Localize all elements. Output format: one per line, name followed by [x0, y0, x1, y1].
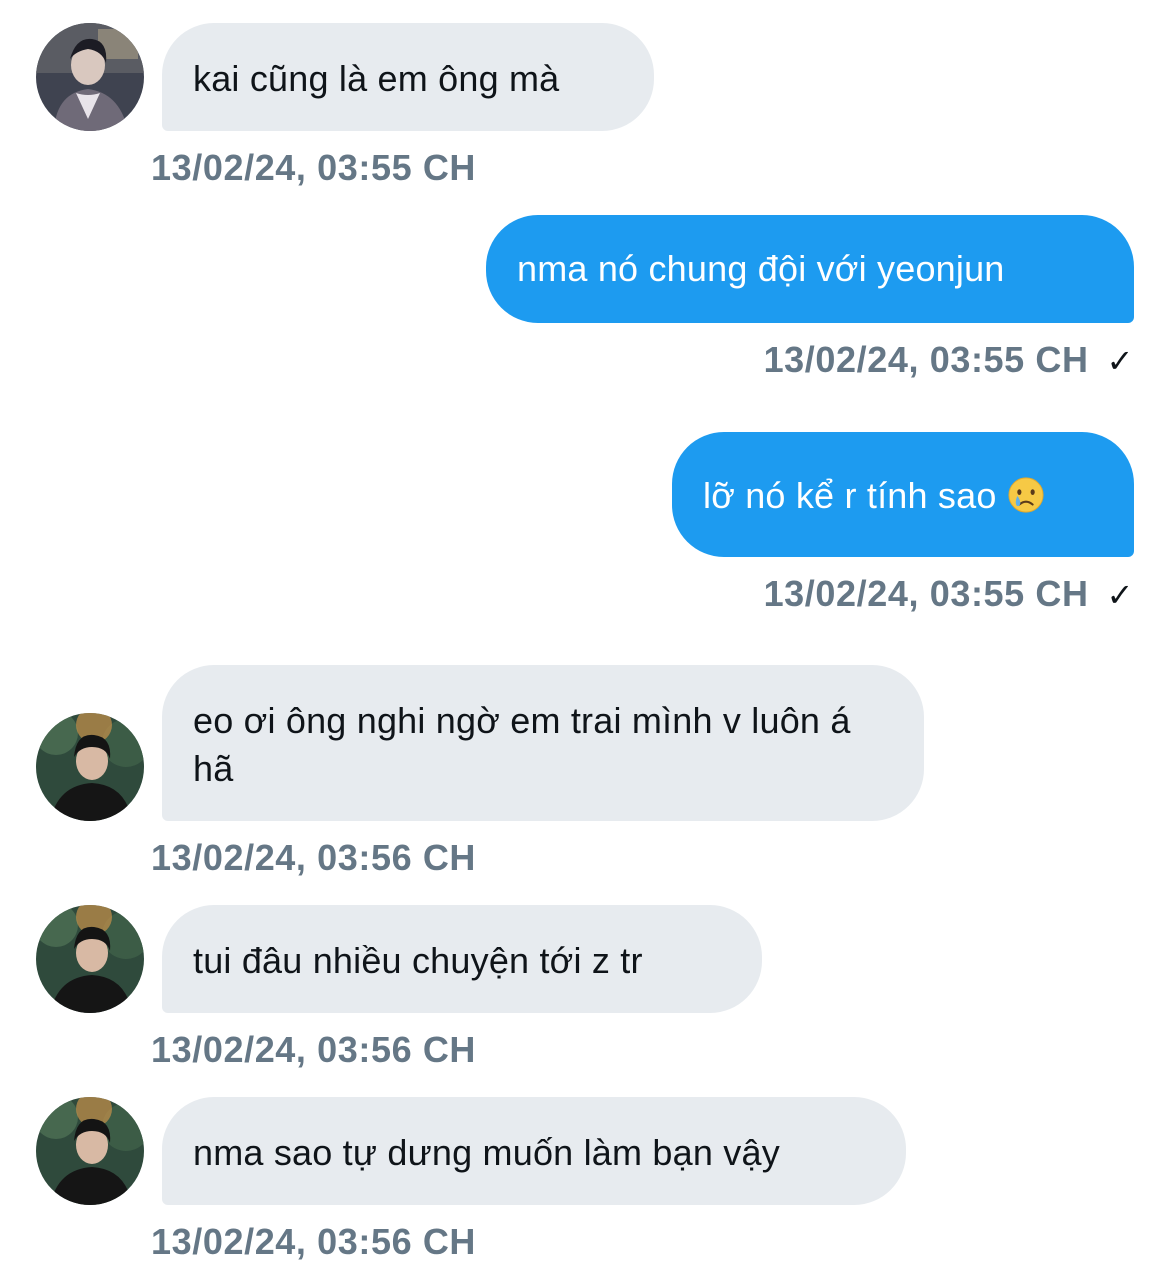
message-text: nma sao tự dưng muốn làm bạn vậy — [193, 1132, 780, 1173]
avatar[interactable] — [36, 905, 144, 1013]
message-text: lỡ nó kể r tính sao — [703, 475, 997, 516]
message-text: eo ơi ông nghi ngờ em trai mình v luôn á… — [193, 700, 851, 789]
incoming-bubble[interactable]: eo ơi ông nghi ngờ em trai mình v luôn á… — [162, 665, 924, 821]
message-text: tui đâu nhiều chuyện tới z tr — [193, 940, 643, 981]
timestamp: 13/02/24, 03:55 CH — [151, 147, 477, 188]
avatar-image — [36, 905, 144, 1013]
incoming-bubble[interactable]: tui đâu nhiều chuyện tới z tr — [162, 905, 762, 1013]
sent-checkmark-icon: ✓ — [1106, 576, 1134, 614]
avatar[interactable] — [36, 23, 144, 131]
avatar-image — [36, 23, 144, 131]
sent-checkmark-icon: ✓ — [1106, 342, 1134, 380]
avatar-image — [36, 1097, 144, 1205]
timestamp: 13/02/24, 03:55 CH ✓ — [763, 573, 1134, 615]
avatar[interactable] — [36, 1097, 144, 1205]
outgoing-bubble[interactable]: nma nó chung đội với yeonjun — [486, 215, 1134, 323]
avatar[interactable] — [36, 713, 144, 821]
outgoing-bubble[interactable]: lỡ nó kể r tính sao — [672, 432, 1134, 557]
incoming-bubble[interactable]: nma sao tự dưng muốn làm bạn vậy — [162, 1097, 906, 1205]
timestamp: 13/02/24, 03:56 CH — [151, 837, 477, 878]
timestamp: 13/02/24, 03:56 CH — [151, 1221, 477, 1262]
crying-face-emoji-icon — [1008, 477, 1044, 513]
message-text: kai cũng là em ông mà — [193, 58, 560, 99]
message-text: nma nó chung đội với yeonjun — [517, 248, 1005, 289]
avatar-image — [36, 713, 144, 821]
incoming-bubble[interactable]: kai cũng là em ông mà — [162, 23, 654, 131]
timestamp: 13/02/24, 03:56 CH — [151, 1029, 477, 1070]
timestamp: 13/02/24, 03:55 CH ✓ — [763, 339, 1134, 381]
